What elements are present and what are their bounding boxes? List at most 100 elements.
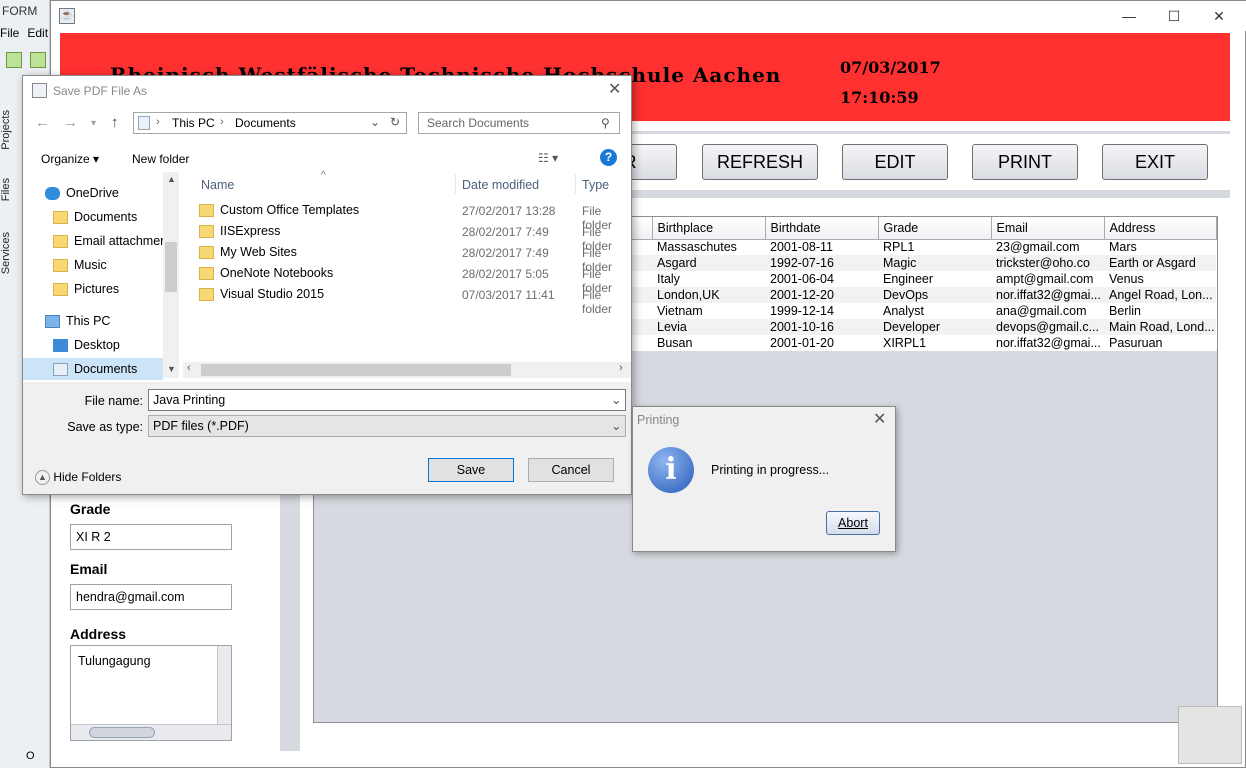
hide-folders-button[interactable]: ▲ Hide Folders bbox=[35, 470, 121, 486]
ide-tab-projects[interactable]: Projects bbox=[0, 110, 12, 150]
cancel-button[interactable]: Cancel bbox=[528, 458, 614, 482]
new-file-icon[interactable] bbox=[30, 52, 46, 68]
chevron-down-icon[interactable]: ⌄ bbox=[611, 416, 621, 436]
abort-button[interactable]: Abort bbox=[826, 511, 880, 535]
file-list-hscrollbar[interactable]: ‹ › bbox=[183, 362, 631, 378]
up-folder-icon[interactable]: ↑ bbox=[111, 114, 119, 131]
print-button[interactable]: PRINT bbox=[972, 144, 1078, 180]
save-type-select[interactable]: PDF files (*.PDF) ⌄ bbox=[148, 415, 626, 437]
folder-icon bbox=[199, 246, 214, 260]
address-hscrollbar[interactable] bbox=[71, 724, 231, 740]
hscroll-thumb[interactable] bbox=[89, 727, 155, 738]
back-icon[interactable]: ← bbox=[35, 114, 50, 131]
search-input[interactable]: Search Documents bbox=[418, 112, 620, 134]
file-name: Custom Office Templates bbox=[220, 203, 360, 217]
scroll-right-icon[interactable]: › bbox=[619, 362, 623, 374]
exit-button[interactable]: EXIT bbox=[1102, 144, 1208, 180]
scroll-down-icon[interactable]: ▼ bbox=[167, 364, 176, 374]
edit-button[interactable]: EDIT bbox=[842, 144, 948, 180]
address-text: Tulungagung bbox=[78, 654, 151, 668]
list-item[interactable]: IISExpress bbox=[199, 224, 280, 244]
nav-music[interactable]: Music bbox=[53, 258, 107, 273]
table-cell: XIRPL1 bbox=[883, 336, 927, 350]
nav-onedrive[interactable]: OneDrive bbox=[45, 186, 119, 201]
column-date-modified[interactable]: Date modified bbox=[462, 178, 539, 192]
nav-this-pc[interactable]: This PC bbox=[45, 314, 111, 329]
grade-label: Grade bbox=[70, 501, 111, 517]
list-item[interactable]: My Web Sites bbox=[199, 245, 297, 265]
forward-icon[interactable]: → bbox=[63, 114, 78, 131]
search-icon[interactable]: ⚲ bbox=[601, 116, 610, 130]
list-item[interactable]: Visual Studio 2015 bbox=[199, 287, 324, 307]
file-date: 28/02/2017 5:05 bbox=[462, 267, 549, 281]
ide-menu-file[interactable]: File bbox=[0, 26, 19, 40]
organize-button[interactable]: Organize ▾ bbox=[41, 152, 99, 166]
address-textarea[interactable]: Tulungagung bbox=[70, 645, 232, 741]
scroll-up-icon[interactable]: ▲ bbox=[167, 174, 176, 184]
new-project-icon[interactable] bbox=[6, 52, 22, 68]
table-cell: DevOps bbox=[878, 287, 991, 303]
nav-desktop[interactable]: Desktop bbox=[53, 338, 120, 353]
breadcrumb-documents[interactable]: Documents bbox=[235, 116, 296, 130]
table-cell: Pasuruan bbox=[1109, 336, 1163, 350]
table-cell: Italy bbox=[657, 272, 680, 286]
breadcrumb-this-pc[interactable]: This PC bbox=[172, 116, 215, 130]
file-date: 28/02/2017 7:49 bbox=[462, 246, 549, 260]
nav-pictures[interactable]: Pictures bbox=[53, 282, 119, 297]
nav-label: Documents bbox=[74, 362, 138, 376]
chevron-down-icon[interactable]: ⌄ bbox=[370, 115, 380, 129]
ide-output-tab[interactable]: O bbox=[26, 750, 35, 762]
column-name[interactable]: Name bbox=[201, 178, 234, 192]
close-icon[interactable]: ✕ bbox=[608, 79, 621, 99]
new-folder-button[interactable]: New folder bbox=[132, 152, 189, 166]
address-vscrollbar[interactable] bbox=[217, 646, 231, 724]
grade-field[interactable]: XI R 2 bbox=[70, 524, 232, 550]
column-header[interactable]: Email bbox=[991, 217, 1105, 240]
refresh-button[interactable]: REFRESH bbox=[702, 144, 818, 180]
refresh-icon[interactable]: ↻ bbox=[390, 115, 400, 129]
close-icon[interactable]: ✕ bbox=[873, 409, 886, 429]
sort-up-icon: ^ bbox=[321, 170, 326, 181]
email-field[interactable]: hendra@gmail.com bbox=[70, 584, 232, 610]
ide-tab-files[interactable]: Files bbox=[0, 178, 12, 201]
recent-locations-icon[interactable]: ▾ bbox=[91, 118, 96, 129]
view-options-icon[interactable]: ☷ ▾ bbox=[538, 151, 558, 165]
table-cell: Analyst bbox=[883, 304, 924, 318]
file-name-input[interactable]: Java Printing ⌄ bbox=[148, 389, 626, 411]
maximize-icon[interactable]: ☐ bbox=[1151, 5, 1197, 27]
column-type[interactable]: Type bbox=[582, 178, 609, 192]
column-header[interactable]: Grade bbox=[878, 217, 992, 240]
table-cell: ampt@gmail.com bbox=[996, 272, 1094, 286]
chevron-down-icon[interactable]: ⌄ bbox=[611, 390, 621, 410]
nav-pc-documents[interactable]: Documents bbox=[53, 362, 138, 377]
table-cell: Angel Road, Lon... bbox=[1104, 287, 1216, 303]
column-header[interactable]: Birthdate bbox=[765, 217, 879, 240]
list-item[interactable]: OneNote Notebooks bbox=[199, 266, 333, 286]
list-item[interactable]: Custom Office Templates bbox=[199, 203, 359, 223]
address-bar[interactable]: › This PC › Documents ⌄ ↻ bbox=[133, 112, 407, 134]
nav-scrollbar[interactable]: ▲ ▼ bbox=[163, 172, 179, 378]
save-button[interactable]: Save bbox=[428, 458, 514, 482]
pc-icon bbox=[138, 116, 150, 130]
minimize-icon[interactable]: — bbox=[1106, 5, 1152, 27]
nav-label: This PC bbox=[66, 314, 111, 328]
folder-icon bbox=[199, 204, 214, 218]
table-cell: nor.iffat32@gmai... bbox=[996, 336, 1101, 350]
scroll-thumb[interactable] bbox=[165, 242, 177, 292]
table-cell: Venus bbox=[1109, 272, 1144, 286]
table-cell: 1999-12-14 bbox=[770, 304, 834, 318]
column-divider bbox=[455, 174, 456, 194]
scroll-thumb[interactable] bbox=[201, 364, 511, 376]
close-icon[interactable]: ✕ bbox=[1196, 5, 1242, 27]
java-app-icon: ☕ bbox=[59, 8, 75, 24]
ide-tab-services[interactable]: Services bbox=[0, 232, 12, 274]
nav-onedrive-documents[interactable]: Documents bbox=[53, 210, 137, 225]
column-header[interactable]: Birthplace bbox=[652, 217, 766, 240]
save-type-value: PDF files (*.PDF) bbox=[153, 419, 249, 433]
ide-menu-edit[interactable]: Edit bbox=[27, 26, 48, 40]
nav-email-attachments[interactable]: Email attachmer bbox=[53, 234, 164, 249]
column-header[interactable]: Address bbox=[1104, 217, 1217, 240]
scroll-left-icon[interactable]: ‹ bbox=[187, 362, 191, 374]
printing-message: Printing in progress... bbox=[711, 463, 830, 477]
help-icon[interactable]: ? bbox=[600, 149, 617, 166]
